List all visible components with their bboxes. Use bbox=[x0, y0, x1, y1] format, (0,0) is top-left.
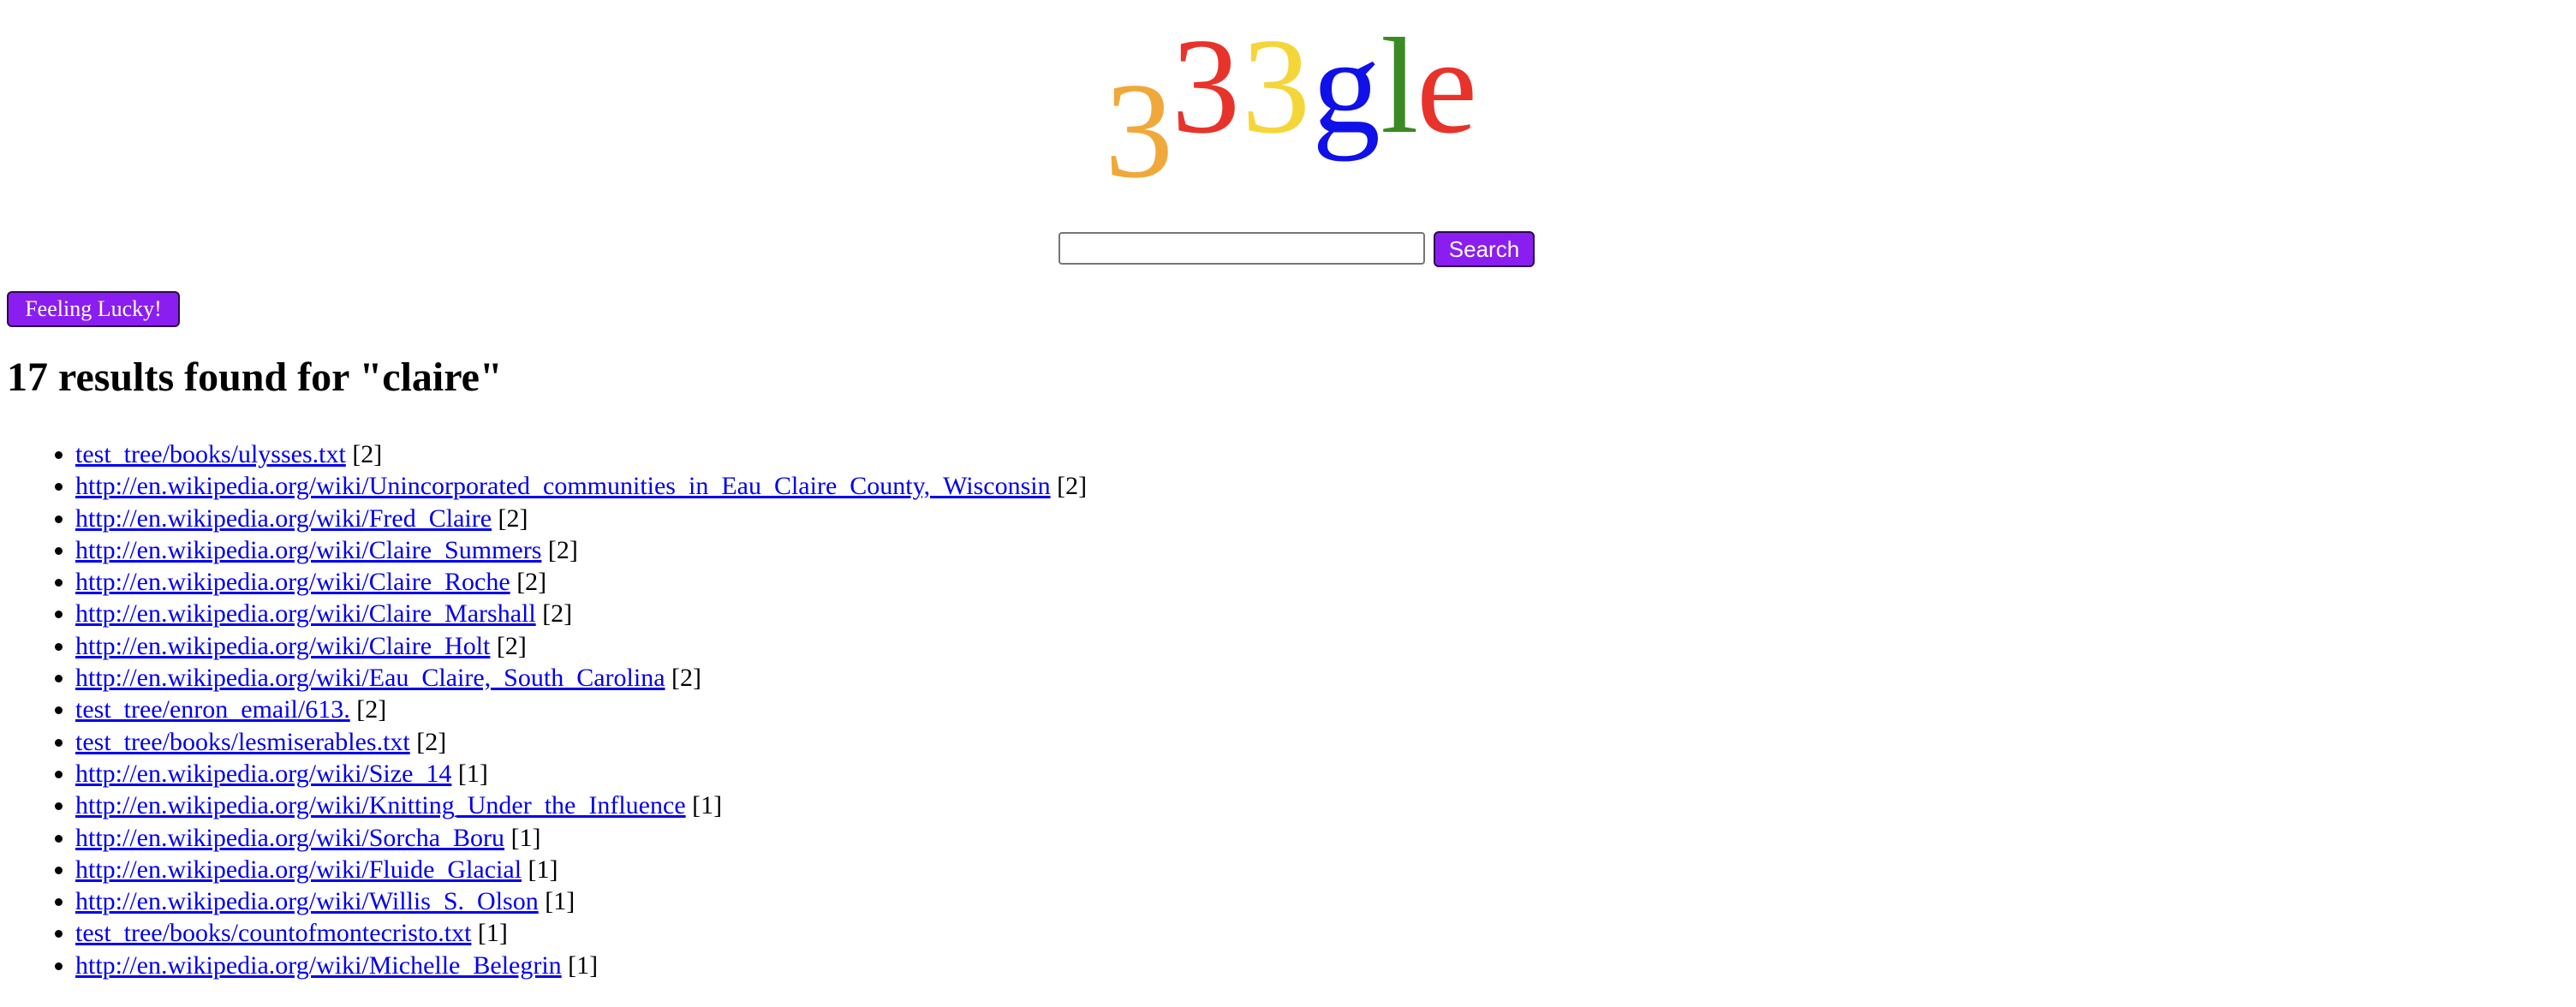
result-link[interactable]: http://en.wikipedia.org/wiki/Unincorpora… bbox=[75, 472, 1051, 500]
result-link[interactable]: http://en.wikipedia.org/wiki/Sorcha_Boru bbox=[75, 824, 504, 852]
result-link[interactable]: http://en.wikipedia.org/wiki/Claire_Mars… bbox=[75, 599, 536, 628]
result-count: [1] bbox=[545, 887, 575, 916]
result-count: [2] bbox=[542, 599, 573, 629]
result-item: test_tree/books/ulysses.txt [2] bbox=[75, 438, 1087, 470]
logo-letter: 3 bbox=[1172, 9, 1240, 162]
result-link[interactable]: test_tree/books/ulysses.txt bbox=[75, 440, 346, 468]
result-count: [2] bbox=[416, 727, 447, 756]
result-item: test_tree/enron_email/613. [2] bbox=[75, 694, 1087, 725]
result-link[interactable]: http://en.wikipedia.org/wiki/Knitting_Un… bbox=[75, 791, 686, 819]
result-link[interactable]: http://en.wikipedia.org/wiki/Michelle_Be… bbox=[75, 951, 562, 980]
result-link[interactable]: http://en.wikipedia.org/wiki/Claire_Roch… bbox=[75, 568, 510, 596]
logo-letter: 3 bbox=[1105, 54, 1173, 206]
result-count: [2] bbox=[1057, 472, 1088, 501]
result-count: [1] bbox=[510, 823, 541, 852]
result-item: http://en.wikipedia.org/wiki/Fred_Claire… bbox=[75, 503, 1087, 534]
result-count: [2] bbox=[352, 440, 383, 468]
result-link[interactable]: http://en.wikipedia.org/wiki/Willis_S._O… bbox=[75, 887, 539, 915]
search-button[interactable]: Search bbox=[1434, 231, 1535, 267]
feeling-lucky-button[interactable]: Feeling Lucky! bbox=[7, 291, 180, 327]
logo-letter: l bbox=[1380, 9, 1419, 162]
result-item: test_tree/books/lesmiserables.txt [2] bbox=[75, 726, 1087, 758]
result-count: [2] bbox=[356, 695, 387, 724]
result-count: [1] bbox=[477, 919, 508, 948]
result-link[interactable]: test_tree/enron_email/613. bbox=[75, 695, 350, 724]
result-link[interactable]: http://en.wikipedia.org/wiki/Claire_Holt bbox=[75, 632, 490, 660]
result-count: [2] bbox=[547, 535, 578, 564]
logo-letter: g bbox=[1312, 9, 1380, 162]
result-item: http://en.wikipedia.org/wiki/Claire_Roch… bbox=[75, 566, 1087, 598]
result-count: [1] bbox=[692, 791, 723, 820]
site-logo: 3 3 3 g l e bbox=[1105, 0, 1499, 206]
logo-letter: 3 bbox=[1242, 9, 1310, 162]
result-item: http://en.wikipedia.org/wiki/Willis_S._O… bbox=[75, 885, 1087, 917]
result-item: http://en.wikipedia.org/wiki/Fluide_Glac… bbox=[75, 854, 1087, 885]
result-count: [1] bbox=[528, 855, 558, 884]
result-count: [1] bbox=[568, 950, 599, 980]
result-link[interactable]: test_tree/books/lesmiserables.txt bbox=[75, 728, 410, 756]
search-input[interactable] bbox=[1058, 232, 1425, 265]
result-item: http://en.wikipedia.org/wiki/Size_14 [1] bbox=[75, 758, 1087, 790]
result-link[interactable]: http://en.wikipedia.org/wiki/Claire_Summ… bbox=[75, 536, 541, 564]
result-count: [2] bbox=[496, 631, 527, 660]
result-item: http://en.wikipedia.org/wiki/Sorcha_Boru… bbox=[75, 822, 1087, 854]
result-item: http://en.wikipedia.org/wiki/Claire_Holt… bbox=[75, 630, 1087, 662]
result-item: http://en.wikipedia.org/wiki/Claire_Mars… bbox=[75, 598, 1087, 629]
result-link[interactable]: http://en.wikipedia.org/wiki/Fred_Claire bbox=[75, 504, 492, 533]
result-item: http://en.wikipedia.org/wiki/Claire_Summ… bbox=[75, 534, 1087, 566]
result-link[interactable]: http://en.wikipedia.org/wiki/Size_14 bbox=[75, 760, 451, 788]
result-count: [1] bbox=[457, 759, 488, 788]
result-count: [2] bbox=[671, 664, 701, 693]
result-item: http://en.wikipedia.org/wiki/Unincorpora… bbox=[75, 470, 1087, 502]
result-item: http://en.wikipedia.org/wiki/Michelle_Be… bbox=[75, 950, 1087, 981]
logo-letter: e bbox=[1416, 9, 1478, 162]
result-link[interactable]: http://en.wikipedia.org/wiki/Eau_Claire,… bbox=[75, 664, 665, 692]
result-item: http://en.wikipedia.org/wiki/Eau_Claire,… bbox=[75, 662, 1087, 694]
result-link[interactable]: test_tree/books/countofmontecristo.txt bbox=[75, 919, 471, 947]
result-link[interactable]: http://en.wikipedia.org/wiki/Fluide_Glac… bbox=[75, 855, 522, 884]
result-item: http://en.wikipedia.org/wiki/Knitting_Un… bbox=[75, 790, 1087, 821]
results-heading: 17 results found for "claire" bbox=[7, 355, 503, 400]
result-count: [2] bbox=[516, 568, 547, 597]
result-count: [2] bbox=[498, 504, 528, 533]
result-item: test_tree/books/countofmontecristo.txt [… bbox=[75, 917, 1087, 949]
results-list: test_tree/books/ulysses.txt [2]http://en… bbox=[0, 438, 1087, 981]
